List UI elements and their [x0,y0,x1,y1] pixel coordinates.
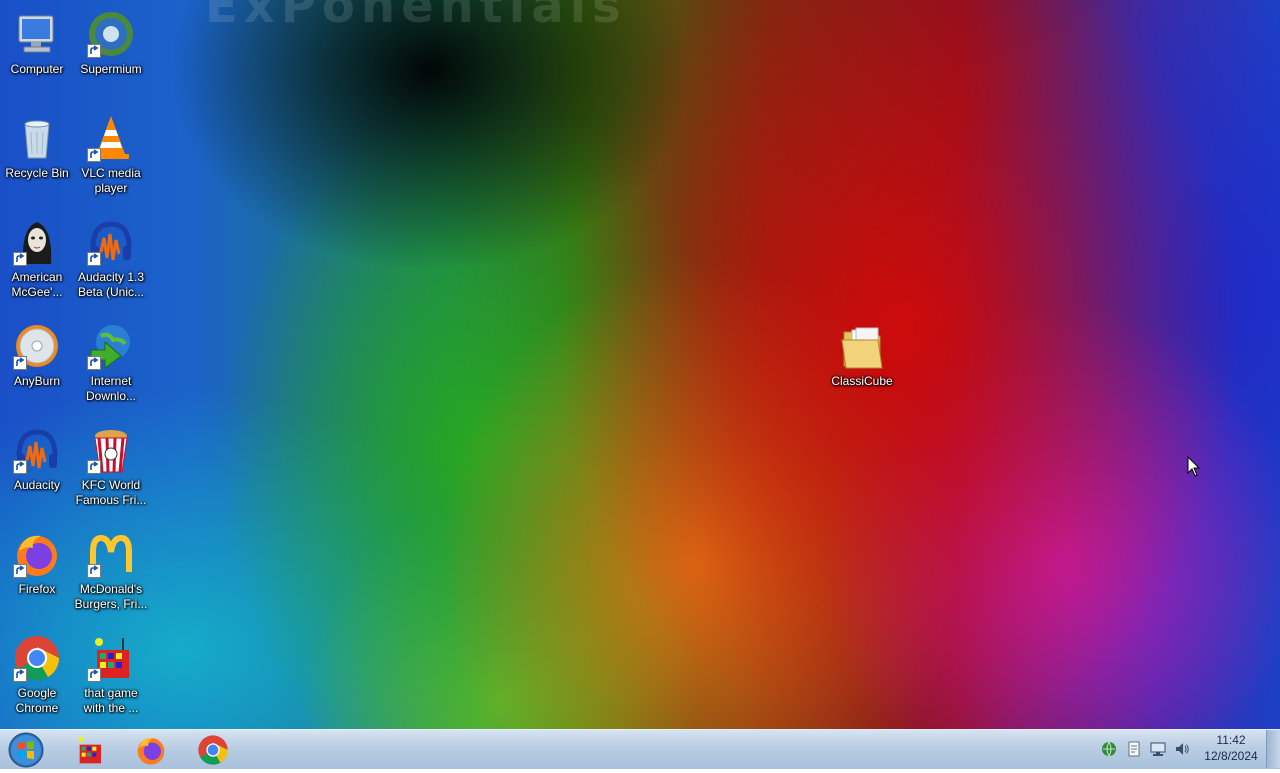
icon-label: Internet Downlo... [85,374,137,403]
desktop-icon-anyburn[interactable]: AnyBurn [0,316,74,418]
notes-icon[interactable] [1126,741,1142,757]
wallpaper-watermark: ExPonentials [205,0,627,34]
vlc-cone-icon [87,114,135,162]
shortcut-arrow-icon [87,460,101,474]
desktop-icon-american-mcgee[interactable]: American McGee'... [0,212,74,314]
chrome-icon [198,735,228,765]
desktop[interactable]: ExPonentials Computer Recycle Bin Americ… [0,0,1280,729]
shortcut-arrow-icon [13,356,27,370]
show-desktop-button[interactable] [1266,730,1280,768]
icon-label: VLC media player [81,166,141,195]
icon-label: Computer [10,62,64,76]
icon-label: American McGee'... [11,270,63,299]
icon-label: KFC World Famous Fri... [75,478,147,507]
game-icon [87,634,135,682]
audacity-icon [87,218,135,266]
desktop-icon-computer[interactable]: Computer [0,4,74,106]
taskbar-clock[interactable]: 11:42 12/8/2024 [1196,732,1266,764]
network-globe-icon[interactable] [1101,741,1117,757]
icon-label: McDonald's Burgers, Fri... [74,582,148,611]
recycle-bin-icon [13,114,61,162]
icon-label: Audacity [13,478,61,492]
computer-icon [13,10,61,58]
shortcut-arrow-icon [13,564,27,578]
taskbar [0,729,1280,769]
desktop-icon-internet-download[interactable]: Internet Downlo... [74,316,148,418]
icon-label: that game with the ... [83,686,139,715]
shortcut-arrow-icon [13,668,27,682]
icon-label: Google Chrome [15,686,59,715]
desktop-folder-classicube[interactable]: ClassiCube [825,316,899,418]
shortcut-arrow-icon [13,460,27,474]
shortcut-arrow-icon [87,356,101,370]
shortcut-arrow-icon [87,148,101,162]
display-icon[interactable] [1150,741,1166,757]
folder-icon [838,322,886,370]
desktop-icon-that-game[interactable]: that game with the ... [74,628,148,729]
icon-label: Audacity 1.3 Beta (Unic... [77,270,145,299]
taskbar-pinned-chrome[interactable] [189,732,237,768]
desktop-icon-recycle-bin[interactable]: Recycle Bin [0,108,74,210]
disc-burn-icon [13,322,61,370]
clock-date: 12/8/2024 [1204,749,1258,763]
chrome-icon [13,634,61,682]
start-button[interactable] [4,731,48,769]
kfc-bucket-icon [87,426,135,474]
game-icon [78,736,101,764]
shortcut-arrow-icon [87,44,101,58]
clock-time: 11:42 [1216,733,1246,747]
mouse-cursor-icon [1187,456,1201,477]
shortcut-arrow-icon [13,252,27,266]
firefox-icon [137,737,165,765]
icon-label: Firefox [18,582,56,596]
desktop-icon-mcdonalds[interactable]: McDonald's Burgers, Fri... [74,524,148,626]
desktop-icon-google-chrome[interactable]: Google Chrome [0,628,74,729]
shortcut-arrow-icon [87,668,101,682]
download-globe-icon [87,322,135,370]
shortcut-arrow-icon [87,252,101,266]
volume-icon[interactable] [1174,741,1190,757]
taskbar-pinned-game[interactable] [65,732,113,768]
icon-label: Supermium [80,62,142,76]
icon-label: ClassiCube [831,374,893,388]
icon-label: Recycle Bin [5,166,69,180]
desktop-icon-audacity-beta[interactable]: Audacity 1.3 Beta (Unic... [74,212,148,314]
desktop-icon-kfc[interactable]: KFC World Famous Fri... [74,420,148,522]
desktop-icon-audacity[interactable]: Audacity [0,420,74,522]
desktop-icon-supermium[interactable]: Supermium [74,4,148,106]
desktop-icon-firefox[interactable]: Firefox [0,524,74,626]
alice-game-icon [13,218,61,266]
desktop-icon-vlc[interactable]: VLC media player [74,108,148,210]
supermium-icon [87,10,135,58]
shortcut-arrow-icon [87,564,101,578]
icon-label: AnyBurn [13,374,61,388]
taskbar-pinned-firefox[interactable] [127,732,175,768]
firefox-icon [13,530,61,578]
mcdonalds-arches-icon [87,530,135,578]
audacity-icon [13,426,61,474]
